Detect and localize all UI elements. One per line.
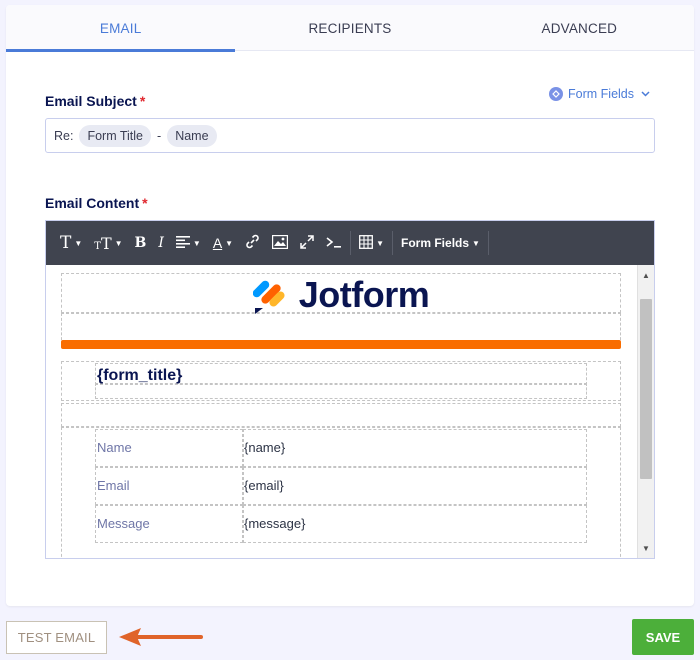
subject-prefix: Re:: [54, 128, 74, 143]
caret-down-icon: ▼: [225, 238, 234, 248]
table-cell: [243, 429, 587, 467]
field-label-message: Message: [97, 516, 150, 531]
tab-bar: EMAIL RECIPIENTS ADVANCED: [6, 5, 694, 52]
field-value-message: {message}: [244, 516, 306, 531]
scroll-down-arrow-icon[interactable]: ▼: [638, 540, 654, 556]
subject-separator: -: [157, 128, 162, 143]
spacer-row: [61, 403, 621, 427]
editor-scrollbar[interactable]: ▲ ▼: [637, 265, 654, 558]
caret-down-icon: ▼: [472, 238, 480, 248]
toolbar-form-fields-label: Form Fields: [401, 236, 470, 250]
font-family-button[interactable]: T ▼: [54, 228, 88, 258]
toolbar-divider: [350, 231, 352, 255]
bold-button[interactable]: B: [129, 228, 153, 258]
caret-down-icon: ▼: [376, 238, 385, 248]
tab-recipients[interactable]: RECIPIENTS: [235, 5, 464, 51]
required-mark: *: [142, 195, 148, 211]
field-value-name: {name}: [244, 440, 286, 455]
tab-email[interactable]: EMAIL: [6, 5, 236, 52]
italic-icon: I: [158, 235, 164, 251]
email-settings-panel: EMAIL RECIPIENTS ADVANCED Email Subject *…: [6, 5, 694, 606]
font-color-icon: A: [212, 235, 223, 251]
subject-form-fields-dropdown[interactable]: Form Fields: [549, 87, 650, 101]
header-divider-bar: [61, 340, 621, 349]
jotform-logo: Jotform: [61, 274, 621, 315]
caret-down-icon: ▼: [74, 238, 83, 248]
email-subject-input[interactable]: Re: Form Title - Name: [45, 118, 655, 153]
bold-icon: B: [134, 235, 147, 251]
toolbar-divider: [487, 231, 489, 255]
toolbar-form-fields-dropdown[interactable]: Form Fields ▼: [395, 228, 486, 258]
required-mark: *: [139, 93, 146, 109]
scroll-up-arrow-icon[interactable]: ▲: [638, 267, 654, 283]
code-view-button[interactable]: [320, 228, 348, 258]
form-fields-icon: [549, 87, 564, 101]
table-icon: [359, 234, 374, 252]
table-cell: [243, 467, 587, 505]
test-email-button[interactable]: TEST EMAIL: [6, 621, 107, 654]
font-color-button[interactable]: A ▼: [207, 228, 239, 258]
chevron-down-icon: [641, 89, 650, 100]
field-label-name: Name: [97, 440, 132, 455]
image-button[interactable]: [266, 228, 294, 258]
pointer-arrow-icon: [119, 628, 203, 646]
email-content-editor: T ▼ TT ▼ B I ▼ A ▼ ▼ Form Fields ▼ Jotfo…: [45, 220, 655, 559]
subject-chip-form-title[interactable]: Form Title: [79, 124, 152, 147]
caret-down-icon: ▼: [114, 238, 123, 248]
fullscreen-button[interactable]: [294, 228, 320, 258]
link-button[interactable]: [239, 228, 266, 258]
caret-down-icon: ▼: [192, 238, 201, 248]
link-icon: [245, 234, 260, 252]
subject-form-fields-label: Form Fields: [568, 87, 634, 101]
font-size-icon: TT: [94, 233, 112, 253]
save-button[interactable]: SAVE: [632, 619, 694, 655]
font-size-button[interactable]: TT ▼: [88, 228, 128, 258]
align-left-icon: [175, 235, 190, 251]
table-button[interactable]: ▼: [353, 228, 390, 258]
form-title-placeholder: {form_title}: [97, 367, 183, 384]
editor-content-area[interactable]: Jotform {form_title} Name {name} Email {…: [46, 265, 636, 558]
email-subject-label: Email Subject *: [45, 93, 145, 109]
field-label-email: Email: [97, 478, 130, 493]
code-icon: [326, 235, 342, 251]
image-icon: [271, 234, 289, 252]
email-subject-label-text: Email Subject: [45, 93, 137, 109]
email-content-label-text: Email Content: [45, 195, 140, 211]
subject-chip-name[interactable]: Name: [167, 124, 217, 147]
font-family-icon: T: [60, 233, 72, 253]
align-button[interactable]: ▼: [170, 228, 207, 258]
tab-advanced[interactable]: ADVANCED: [465, 5, 694, 51]
title-subcell: [95, 383, 587, 399]
editor-toolbar: T ▼ TT ▼ B I ▼ A ▼ ▼ Form Fields ▼: [46, 221, 654, 265]
scrollbar-thumb[interactable]: [640, 299, 652, 479]
jotform-logo-text: Jotform: [298, 274, 430, 315]
toolbar-divider: [392, 231, 394, 255]
email-content-label: Email Content *: [45, 195, 148, 211]
field-value-email: {email}: [244, 478, 284, 493]
expand-icon: [300, 234, 314, 252]
jotform-logo-mark-icon: [252, 280, 285, 314]
italic-button[interactable]: I: [152, 228, 170, 258]
